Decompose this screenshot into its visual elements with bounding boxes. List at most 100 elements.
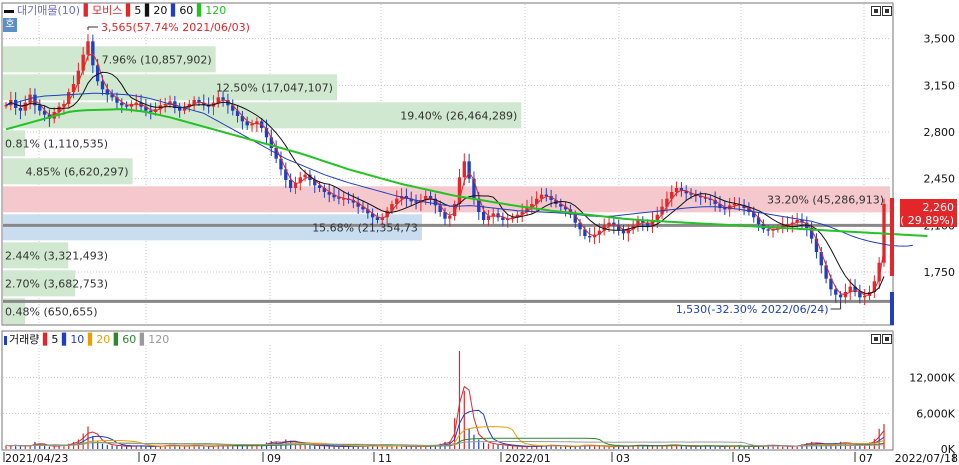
volume-bar (203, 446, 205, 449)
volume-bar (883, 424, 885, 449)
volume-bar (405, 446, 408, 449)
minimize-icon (874, 9, 878, 13)
volume-bar (352, 446, 354, 449)
volume-bar (106, 444, 108, 449)
current-price-bar (890, 292, 894, 325)
volume-panel-maximize-button[interactable] (882, 334, 892, 344)
volume-bar (511, 446, 514, 449)
volume-bar (555, 446, 557, 449)
candle-body (481, 212, 486, 220)
candle-body (834, 289, 838, 295)
maximize-icon (885, 9, 889, 13)
supply-indicator-label[interactable]: 대기매물(10) (17, 4, 80, 17)
supply-zone-label: 19.40% (26,464,289) (400, 109, 517, 122)
price-tick-label: 1,750 (924, 266, 956, 279)
volume-bar (314, 445, 316, 449)
volume-bar (400, 446, 403, 449)
volume-bar (256, 446, 258, 449)
current-price-value: 2,260 (923, 201, 955, 214)
price-tick-label: 2,450 (924, 173, 956, 186)
volume-bar (743, 446, 745, 449)
volume-bar (111, 445, 113, 449)
volume-bar (121, 446, 123, 449)
candle-body (723, 208, 727, 210)
supply-zone-label: 0.48% (650,655) (5, 305, 98, 318)
volume-bar (309, 445, 311, 449)
volume-bar (145, 446, 147, 449)
vol-ma-legend-120[interactable]: ▌120 (140, 333, 169, 346)
vol-ma-legend-10[interactable]: ▌10 (62, 333, 84, 346)
ma-legend-60[interactable]: ▌60 (171, 4, 193, 17)
minimize-icon (874, 337, 878, 341)
candle-body (491, 213, 495, 216)
candle-body (86, 41, 90, 55)
supply-zone-label: 15.68% (21,354,73 (312, 221, 418, 234)
candle-body (81, 54, 85, 71)
candle-body (448, 216, 452, 219)
ma-legend-20[interactable]: ▌20 (145, 4, 167, 17)
ma-label: 20 (96, 333, 111, 346)
side-toggle-button[interactable]: 호 (3, 18, 17, 32)
candle-body (18, 108, 23, 111)
candle-body (100, 81, 105, 90)
volume-title[interactable]: 거래량 (9, 333, 39, 346)
supply-zone-label: 4.85% (6,620,297) (26, 165, 129, 178)
volume-bar (304, 444, 306, 449)
ma-label: 10 (70, 333, 85, 346)
candle-body (38, 105, 42, 111)
candle-body (375, 217, 380, 220)
volume-bar (502, 445, 504, 449)
candle-body (863, 296, 867, 298)
volume-bar (227, 446, 229, 449)
volume-bar (497, 444, 499, 449)
volume-bar (323, 446, 325, 449)
volume-bar (43, 446, 46, 449)
volume-bar (690, 446, 692, 449)
price-panel-minimize-button[interactable] (871, 6, 881, 16)
volume-bar (560, 446, 562, 449)
price-legend: 대기매물(10) ▌모비스 ▌5 ▌20 ▌60 ▌120 (4, 4, 226, 18)
candle-body (838, 294, 843, 298)
high-annotation: 3,565(57.74% 2021/06/03) (101, 21, 250, 34)
volume-bar (478, 439, 480, 449)
volume-bar (507, 446, 509, 449)
stock-name-label[interactable]: ▌모비스 (84, 4, 123, 17)
candle-body (766, 229, 770, 231)
candle-body (588, 236, 592, 238)
volume-panel-minimize-button[interactable] (871, 334, 881, 344)
ma-label: 60 (179, 4, 194, 17)
volume-bar (415, 446, 417, 449)
candle-body (467, 161, 471, 179)
volume-panel: 12,000K6,000K0K (1, 330, 956, 456)
volume-bar (521, 446, 523, 449)
volume-bar (565, 446, 567, 449)
current-price-change: ( 29.89%) (900, 214, 954, 227)
ma-label: 60 (122, 333, 137, 346)
ma-legend-120[interactable]: ▌120 (197, 4, 226, 17)
supply-zone-label: 7.96% (10,857,902) (102, 53, 212, 66)
vol-ma-legend-60[interactable]: ▌60 (114, 333, 136, 346)
volume-bar (198, 446, 200, 449)
ma-legend-5[interactable]: ▌5 (126, 4, 141, 17)
volume-bar (468, 428, 470, 449)
candle-body (149, 110, 153, 112)
supply-zone-label: 0.81% (1,110,535) (5, 137, 108, 150)
candle-body (288, 180, 293, 188)
vol-ma-legend-5[interactable]: ▌5 (43, 333, 58, 346)
supply-zone-label: 2.70% (3,682,753) (5, 277, 108, 290)
volume-bar (878, 428, 880, 449)
volume-bar (48, 446, 51, 449)
volume-panel-frame (1, 330, 894, 451)
date-tick-label: 11 (378, 452, 392, 465)
volume-tick-label: 12,000K (909, 372, 955, 385)
price-axis: 3,5003,1502,8002,4502,1001,750 (924, 33, 956, 279)
vol-ma-legend-20[interactable]: ▌20 (88, 333, 110, 346)
volume-bar (208, 446, 210, 449)
price-panel-maximize-button[interactable] (882, 6, 892, 16)
legend-swatch (4, 9, 14, 13)
volume-bar (608, 446, 610, 449)
legend-swatch (4, 335, 7, 345)
volume-bar (603, 446, 605, 449)
volume-bar (786, 446, 789, 449)
volume-bar (5, 445, 7, 449)
